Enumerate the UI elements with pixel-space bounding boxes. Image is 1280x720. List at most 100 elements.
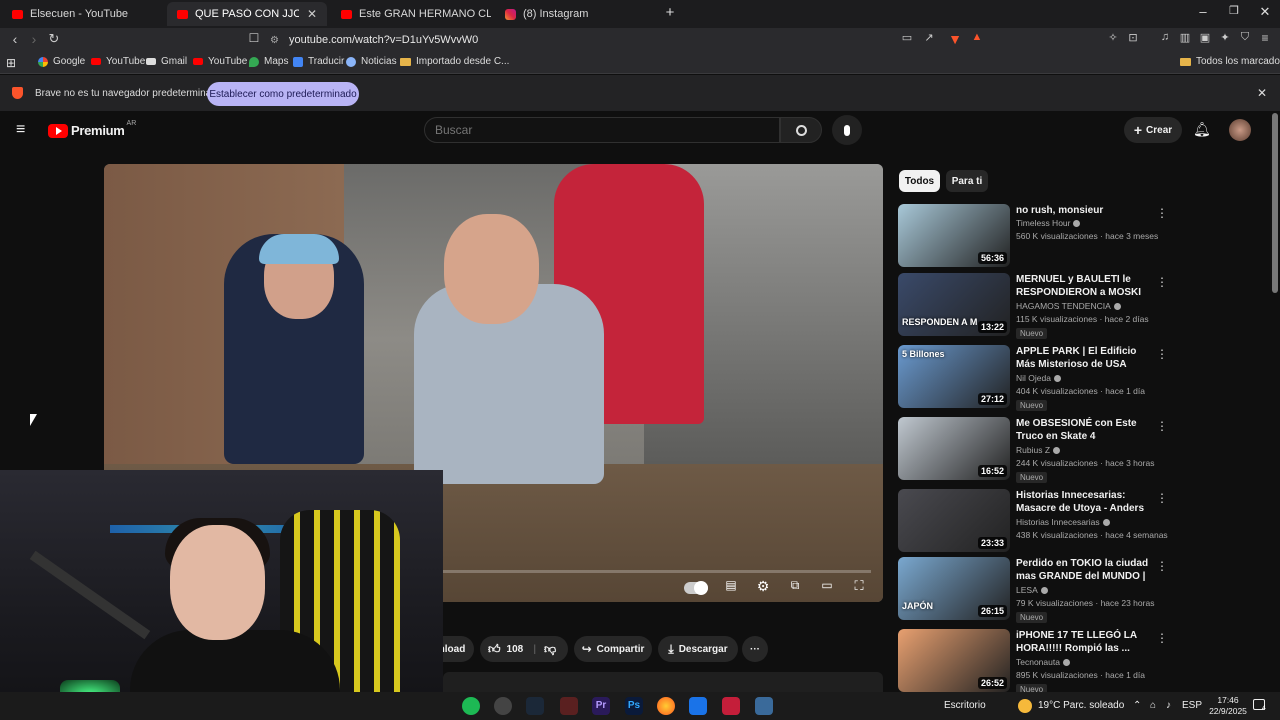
video-thumbnail[interactable]: 5 Billones 27:12 — [898, 345, 1010, 408]
notifications-bell-icon[interactable]: 🔔︎ — [1193, 121, 1211, 138]
bookmark-traducir[interactable]: Traducir — [293, 56, 344, 67]
voice-search-button[interactable] — [832, 115, 862, 145]
clock[interactable]: 17:46 22/9/2025 — [1208, 695, 1248, 717]
search-input[interactable] — [424, 117, 780, 143]
close-tab-icon[interactable]: ✕ — [307, 7, 317, 21]
video-thumbnail[interactable]: 56:36 — [898, 204, 1010, 267]
channel-name[interactable]: Nil Ojeda — [1016, 373, 1061, 383]
language-indicator[interactable]: ESP — [1182, 700, 1202, 711]
app-icon[interactable] — [560, 697, 578, 715]
weather-text[interactable]: 19°C Parc. soleado — [1038, 700, 1124, 711]
channel-name[interactable]: Tecnonauta — [1016, 657, 1070, 667]
hamburger-menu-icon[interactable]: ≡ — [16, 121, 25, 139]
menu-icon[interactable]: ≡ — [1256, 31, 1274, 45]
network-icon[interactable]: ⌂ — [1150, 700, 1156, 711]
tab-current-video[interactable]: QUE PASÓ CON JJOACO TUR ✕ — [167, 2, 327, 26]
page-scrollbar[interactable] — [1272, 113, 1278, 293]
channel-name[interactable]: Timeless Hour — [1016, 218, 1081, 228]
bookmark-icon[interactable]: ☐ — [245, 31, 263, 45]
tab-instagram[interactable]: (8) Instagram — [495, 2, 655, 26]
sidebar-icon[interactable]: ▥ — [1176, 31, 1194, 44]
vpn-icon[interactable]: ⛉ — [1236, 31, 1254, 44]
steam-icon[interactable] — [526, 697, 544, 715]
video-title[interactable]: Me OBSESIONÉ con Este Truco en Skate 4 — [1016, 417, 1156, 443]
desktop-label[interactable]: Escritorio — [944, 700, 986, 711]
fullscreen-icon[interactable]: ⛶ — [847, 578, 871, 594]
video-thumbnail[interactable]: 26:52 — [898, 629, 1010, 692]
more-options-icon[interactable]: ⋮ — [1156, 275, 1168, 289]
video-title[interactable]: Historias Innecesarias: Masacre de Utoya… — [1016, 489, 1156, 516]
video-thumbnail[interactable]: 16:52 — [898, 417, 1010, 480]
tab-elsecuen[interactable]: Elsecuen - YouTube — [2, 2, 167, 26]
more-actions-button[interactable]: ··· — [742, 636, 768, 662]
video-thumbnail[interactable]: 23:33 — [898, 489, 1010, 552]
video-title[interactable]: APPLE PARK | El Edificio Más Misterioso … — [1016, 345, 1156, 371]
screenshot-icon[interactable]: ⊡ — [1124, 31, 1142, 44]
channel-name[interactable]: Rubius Z — [1016, 445, 1061, 455]
video-title[interactable]: MERNUEL y BAULETI le RESPONDIERON a MOSK… — [1016, 273, 1156, 300]
miniplayer-icon[interactable]: ⧉ — [783, 578, 807, 593]
channel-name[interactable]: Historias Innecesarias — [1016, 517, 1110, 527]
bookmark-youtube[interactable]: YouTube — [91, 56, 145, 67]
set-default-browser-button[interactable]: Establecer como predeterminado — [207, 82, 359, 106]
close-infobar-icon[interactable]: ✕ — [1257, 86, 1267, 100]
music-icon[interactable]: ♫ — [1156, 31, 1174, 43]
video-title[interactable]: no rush, monsieur — [1016, 204, 1156, 217]
recommendation-item[interactable]: 56:36 no rush, monsieur Timeless Hour 56… — [898, 204, 1248, 270]
recommendation-item[interactable]: 26:52 iPHONE 17 TE LLEGÓ LA HORA!!!!! Ro… — [898, 629, 1248, 695]
reload-icon[interactable]: ↻ — [45, 31, 63, 47]
bookmark-noticias[interactable]: Noticias — [346, 56, 397, 67]
volume-icon[interactable]: ♪ — [1166, 700, 1171, 711]
create-button[interactable]: + Crear — [1124, 117, 1182, 143]
premiere-icon[interactable]: Pr — [592, 697, 610, 715]
more-options-icon[interactable]: ⋮ — [1156, 206, 1168, 220]
recommendation-item[interactable]: JAPÓN 26:15 Perdido en TOKIO la ciudad m… — [898, 557, 1248, 623]
bookmark-imported-folder[interactable]: Importado desde C... — [400, 56, 509, 67]
download-button[interactable]: ⤓ Descargar — [658, 636, 738, 662]
spotify-icon[interactable] — [462, 697, 480, 715]
bookmark-google[interactable]: Google — [38, 56, 85, 67]
app-icon-2[interactable] — [722, 697, 740, 715]
recommendation-item[interactable]: RESPONDEN A M 13:22 MERNUEL y BAULETI le… — [898, 273, 1248, 339]
settings-gear-icon[interactable]: ⚙ — [751, 578, 775, 595]
photoshop-icon[interactable]: Ps — [625, 697, 643, 715]
forward-icon[interactable]: › — [25, 31, 43, 47]
firefox-icon[interactable] — [657, 697, 675, 715]
chip-for-you[interactable]: Para ti — [946, 170, 988, 192]
more-options-icon[interactable]: ⋮ — [1156, 631, 1168, 645]
subtitles-icon[interactable]: ▤ — [719, 578, 743, 592]
tray-overflow-icon[interactable]: ⌃ — [1133, 700, 1141, 711]
app-icon-3[interactable] — [755, 697, 773, 715]
theater-mode-icon[interactable]: ▭ — [815, 578, 839, 592]
dislike-icon[interactable]: 👎︎ — [544, 642, 556, 657]
search-button[interactable] — [780, 117, 822, 143]
site-info-icon[interactable]: ⚙ — [270, 35, 279, 46]
all-bookmarks-folder[interactable]: Todos los marcadores — [1180, 56, 1280, 67]
url-field[interactable]: ⚙ youtube.com/watch?v=D1uYv5WvvW0 — [270, 29, 990, 51]
bookmark-maps[interactable]: Maps — [249, 56, 288, 67]
channel-name[interactable]: HAGAMOS TENDENCIA — [1016, 301, 1121, 311]
back-icon[interactable]: ‹ — [6, 31, 24, 47]
avatar[interactable] — [1229, 119, 1251, 141]
more-options-icon[interactable]: ⋮ — [1156, 419, 1168, 433]
bookmark-gmail[interactable]: Gmail — [146, 56, 187, 67]
extensions-icon[interactable]: ✧ — [1104, 31, 1122, 44]
share-icon[interactable]: ↗ — [920, 31, 938, 44]
channel-name[interactable]: LESA — [1016, 585, 1048, 595]
browser-icon[interactable] — [689, 697, 707, 715]
like-icon[interactable]: 👍︎ — [488, 642, 501, 657]
new-tab-button[interactable]: + — [655, 4, 685, 21]
video-title[interactable]: iPHONE 17 TE LLEGÓ LA HORA!!!!! Rompió l… — [1016, 629, 1156, 655]
more-options-icon[interactable]: ⋮ — [1156, 347, 1168, 361]
share-button[interactable]: ↪ Compartir — [574, 636, 652, 662]
more-options-icon[interactable]: ⋮ — [1156, 559, 1168, 573]
chip-all[interactable]: Todos — [899, 170, 940, 192]
close-window-button[interactable]: ✕ — [1250, 4, 1280, 20]
tab-gran-hermano[interactable]: Este GRAN HERMANO CLANDESTIN — [331, 2, 491, 26]
recommendation-item[interactable]: 16:52 Me OBSESIONÉ con Este Truco en Ska… — [898, 417, 1248, 483]
recommendation-item[interactable]: 5 Billones 27:12 APPLE PARK | El Edifici… — [898, 345, 1248, 411]
more-options-icon[interactable]: ⋮ — [1156, 491, 1168, 505]
apps-grid-icon[interactable]: ⊞ — [6, 56, 16, 70]
youtube-premium-logo[interactable]: Premium AR — [48, 120, 136, 138]
brave-shields-icon[interactable]: ▼ — [946, 31, 964, 47]
